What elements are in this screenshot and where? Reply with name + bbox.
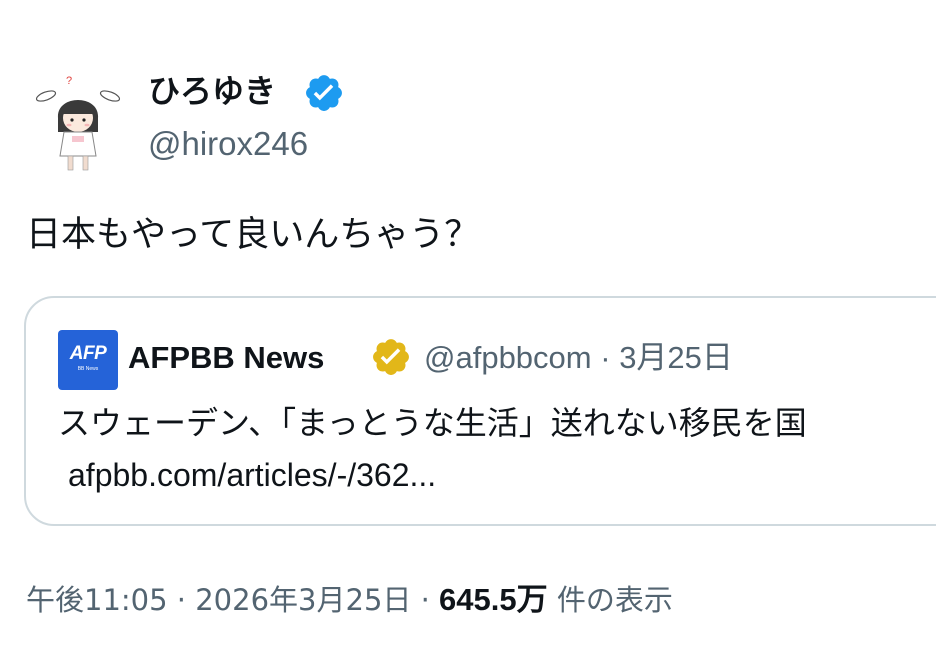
views-label[interactable]: 件の表示 xyxy=(557,583,673,617)
verified-gold-icon[interactable] xyxy=(370,336,412,378)
quoted-tweet-card[interactable]: AFP BB News AFPBB News @afpbbcom · 3月25日… xyxy=(24,296,936,526)
avatar-illustration-icon: ? xyxy=(35,75,121,171)
afp-logo-icon[interactable]: AFP BB News xyxy=(58,330,118,390)
quoted-author-name[interactable]: AFPBB News xyxy=(128,336,324,380)
author-handle[interactable]: @hirox246 xyxy=(148,122,308,166)
tweet-time[interactable]: 午後11:05 xyxy=(26,583,168,617)
quoted-date[interactable]: 3月25日 xyxy=(619,340,733,375)
avatar[interactable]: ? xyxy=(26,70,130,174)
verified-blue-icon[interactable] xyxy=(303,72,345,114)
footer-separator: · xyxy=(420,583,430,617)
afp-logo-subtext: BB News xyxy=(77,366,99,372)
tweet-date[interactable]: 2026年3月25日 xyxy=(195,583,411,617)
author-display-name[interactable]: ひろゆき xyxy=(148,69,276,113)
quoted-tweet-link[interactable]: afpbb.com/articles/-/362... xyxy=(68,452,436,498)
views-count[interactable]: 645.5万 xyxy=(439,582,548,617)
svg-text:?: ? xyxy=(66,75,72,87)
quoted-tweet-text: スウェーデン、「まっとうな生活」送れない移民を国 xyxy=(58,404,807,442)
footer-separator: · xyxy=(176,583,187,617)
quoted-meta: @afpbbcom · 3月25日 xyxy=(424,336,733,380)
quoted-handle[interactable]: @afpbbcom xyxy=(424,340,592,375)
quoted-separator: · xyxy=(600,340,611,375)
tweet-detail: ? ひろゆき @hirox246 日本もやって良いんちゃう？ AFP BB Ne… xyxy=(0,0,936,654)
afp-logo-text: AFP xyxy=(69,343,107,364)
tweet-footer: 午後11:05 · 2026年3月25日 · 645.5万 件の表示 xyxy=(26,578,673,622)
tweet-text: 日本もやって良いんちゃう？ xyxy=(26,215,480,255)
